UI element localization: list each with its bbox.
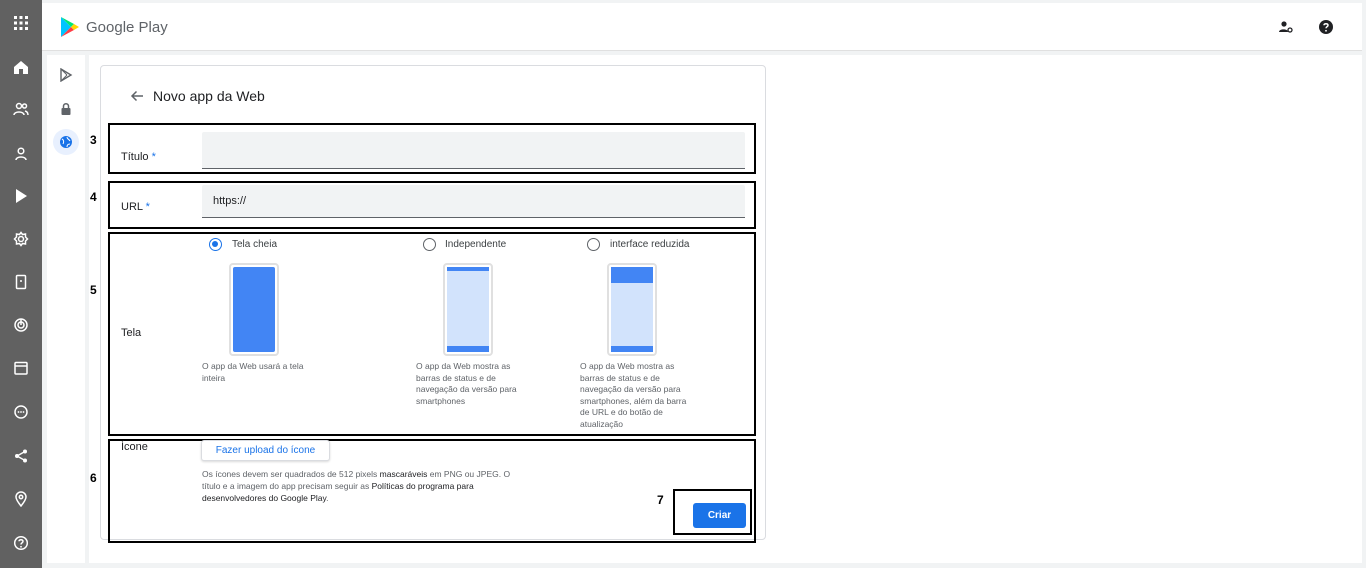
maskable-link[interactable]: mascaráveis <box>380 469 428 479</box>
radio-standalone-label: Independente <box>445 239 507 250</box>
left-navigation-bar <box>0 0 42 568</box>
google-play-logo[interactable]: Google Play <box>60 16 168 38</box>
play-store-icon[interactable] <box>56 65 76 85</box>
title-field-label: Título * <box>121 151 156 163</box>
title-input[interactable] <box>202 132 745 169</box>
logo-text: Google Play <box>86 18 168 36</box>
chat-icon[interactable] <box>11 402 31 422</box>
fullscreen-phone-preview <box>229 263 279 356</box>
user-icon[interactable] <box>11 144 31 164</box>
create-button[interactable]: Criar <box>693 503 746 528</box>
sub-navigation <box>47 55 85 563</box>
help-icon[interactable] <box>11 533 31 553</box>
home-icon[interactable] <box>11 57 31 77</box>
minimal-ui-description: O app da Web mostra as barras de status … <box>580 361 687 429</box>
fullscreen-description: O app da Web usará a tela inteira <box>202 361 304 383</box>
page-title: Novo app da Web <box>153 88 265 104</box>
admin-settings-icon[interactable] <box>1276 17 1296 37</box>
apps-grid-icon[interactable] <box>11 13 31 33</box>
page-header: Novo app da Web <box>129 87 265 105</box>
radio-standalone[interactable] <box>423 238 436 251</box>
url-input[interactable]: https:// <box>202 185 745 218</box>
share-icon[interactable] <box>11 446 31 466</box>
annotation-number-7: 7 <box>657 493 664 507</box>
minimal-ui-phone-preview <box>607 263 657 356</box>
radio-minimal-ui-label: interface reduzida <box>610 239 690 250</box>
annotation-number-4: 4 <box>90 190 97 204</box>
radio-fullscreen-label: Tela cheia <box>232 239 278 250</box>
top-app-bar: Google Play <box>42 3 1362 51</box>
display-field-label: Tela <box>121 327 142 339</box>
radio-fullscreen[interactable] <box>209 238 222 251</box>
url-field-label: URL * <box>121 201 150 213</box>
standalone-description: O app da Web mostra as barras de status … <box>416 361 517 406</box>
settings-icon[interactable] <box>11 229 31 249</box>
required-mark: * <box>145 201 150 213</box>
google-play-logo-icon <box>61 17 79 37</box>
required-mark: * <box>151 151 156 163</box>
standalone-phone-preview <box>443 263 493 356</box>
location-icon[interactable] <box>11 489 31 509</box>
web-globe-icon[interactable] <box>53 129 79 155</box>
annotation-number-6: 6 <box>90 471 97 485</box>
lock-icon[interactable] <box>56 99 76 119</box>
users-icon[interactable] <box>11 99 31 119</box>
annotation-number-5: 5 <box>90 283 97 297</box>
annotation-number-3: 3 <box>90 133 97 147</box>
data-usage-icon[interactable] <box>11 315 31 335</box>
back-arrow-icon[interactable] <box>129 87 147 105</box>
device-icon[interactable] <box>11 272 31 292</box>
calendar-icon[interactable] <box>11 358 31 378</box>
icon-requirements-text: Os ícones devem ser quadrados de 512 pix… <box>202 469 511 503</box>
icon-field-label: Ícone <box>121 441 148 453</box>
radio-minimal-ui[interactable] <box>587 238 600 251</box>
play-icon[interactable] <box>11 186 31 206</box>
help-circle-icon[interactable] <box>1316 17 1336 37</box>
upload-icon-button[interactable]: Fazer upload do ícone <box>201 440 330 461</box>
